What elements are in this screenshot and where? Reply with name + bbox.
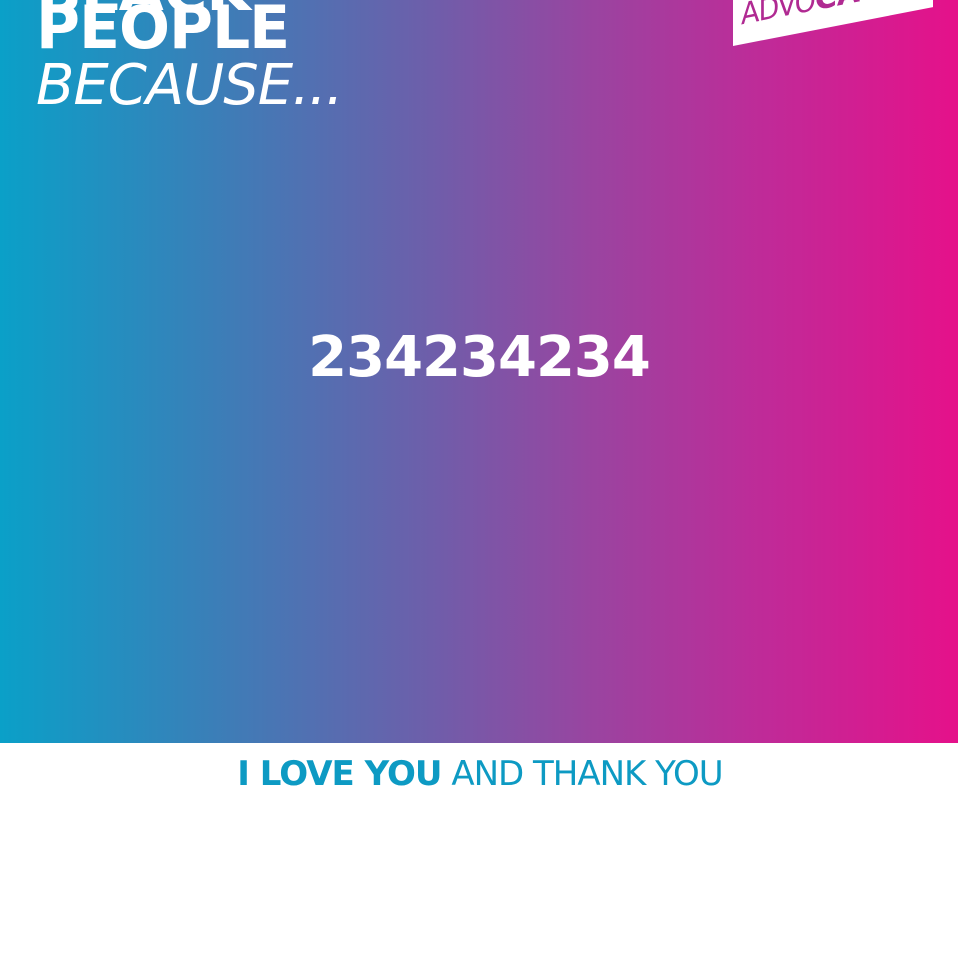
footer-rest-text: AND THANK YOU (441, 754, 723, 794)
page: BLACK PEOPLE BECAUSE... ADVOCACY 2342342… (0, 0, 960, 960)
gradient-banner: BLACK PEOPLE BECAUSE... ADVOCACY 2342342… (0, 0, 958, 743)
footer-message: I LOVE YOU AND THANK YOU (0, 757, 960, 791)
logo-text: ADVOCACY (741, 0, 904, 33)
footer-strong-text: I LOVE YOU (237, 754, 442, 794)
center-value: 234234234 (308, 325, 651, 390)
logo-bold-text: CACY (815, 0, 904, 18)
headline: BLACK PEOPLE BECAUSE... (36, 0, 344, 118)
headline-line-people: PEOPLE (36, 0, 290, 63)
headline-line-because: BECAUSE... (36, 53, 344, 118)
advocacy-logo: ADVOCACY (733, 0, 933, 46)
logo-light-text: ADVO (741, 0, 815, 33)
